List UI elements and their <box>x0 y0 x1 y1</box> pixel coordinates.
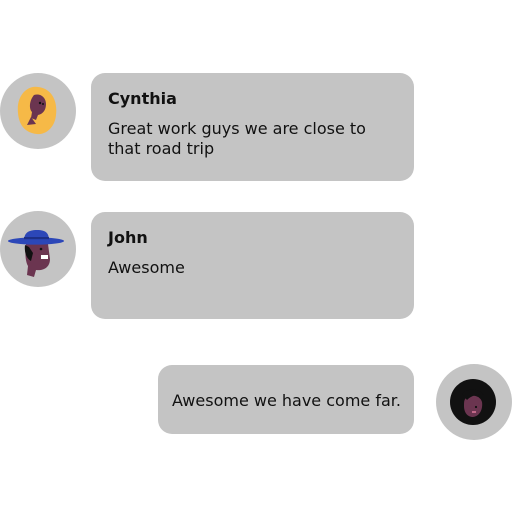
sender-name: Cynthia <box>108 89 177 108</box>
person-yellow-hair-icon <box>17 86 57 135</box>
message-bubble-self: Awesome we have come far. <box>158 365 414 434</box>
message-text: Awesome we have come far. <box>172 391 401 410</box>
message-text: Great work guys we are close to that roa… <box>108 119 366 158</box>
person-blue-hat-icon <box>8 230 64 277</box>
message-bubble: John Awesome <box>91 212 414 319</box>
person-dark-hair-icon <box>450 379 496 425</box>
message-text: Awesome <box>108 258 185 277</box>
message-bubble: Cynthia Great work guys we are close to … <box>91 73 414 181</box>
avatar-self[interactable] <box>436 364 512 440</box>
chat-thread: Cynthia Great work guys we are close to … <box>0 0 512 512</box>
avatar-cynthia[interactable] <box>0 73 76 149</box>
avatar-john[interactable] <box>0 211 76 287</box>
sender-name: John <box>108 228 148 247</box>
